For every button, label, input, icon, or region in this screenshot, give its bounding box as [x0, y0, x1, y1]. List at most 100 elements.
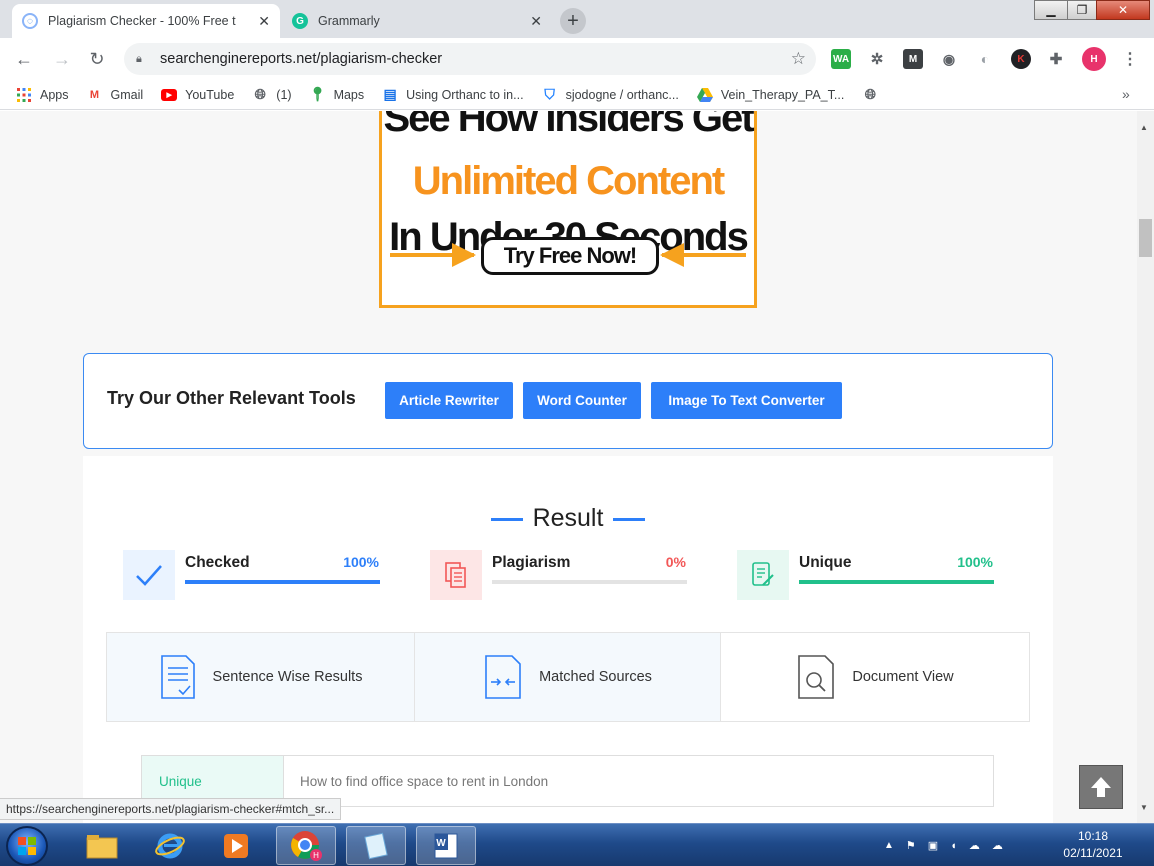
document-search-icon	[796, 654, 836, 700]
flag-icon[interactable]: ⚑	[906, 839, 916, 852]
tab-label: Sentence Wise Results	[212, 669, 363, 685]
tab-plagiarism-checker[interactable]: ◌ Plagiarism Checker - 100% Free t ✕	[12, 4, 280, 38]
scroll-to-top-button[interactable]	[1079, 765, 1123, 809]
chrome-icon: H	[291, 830, 322, 861]
bookmark-label: Maps	[333, 87, 365, 102]
clock-date: 02/11/2021	[1063, 846, 1123, 860]
scrollbar-thumb[interactable]	[1139, 219, 1152, 257]
tab-title: Grammarly	[318, 14, 380, 28]
bookmark-label: sjodogne / orthanc...	[565, 87, 679, 102]
stat-value: 0%	[665, 554, 686, 570]
profile-avatar[interactable]: H	[1082, 47, 1106, 71]
advertisement-banner[interactable]: See How Insiders Get Unlimited Content I…	[379, 111, 757, 308]
puzzle-extensions-icon[interactable]: ✚	[1046, 49, 1066, 69]
page-viewport: See How Insiders Get Unlimited Content I…	[0, 111, 1137, 823]
forward-arrow-icon[interactable]: →	[50, 47, 74, 71]
bookmark-page-icon: ▤	[383, 86, 397, 102]
taskbar-chrome[interactable]: H	[276, 826, 336, 865]
windows-logo-icon	[18, 837, 36, 855]
folder-icon	[86, 834, 118, 858]
bookmarks-more-icon[interactable]: »	[1122, 86, 1130, 102]
volume-icon[interactable]: ◖	[950, 840, 957, 852]
wa-extension-icon[interactable]: WA	[831, 49, 851, 69]
stat-label: Plagiarism	[492, 554, 571, 571]
bookmark-maps[interactable]: 📍︎ Maps	[308, 86, 365, 103]
tab-close-icon[interactable]: ✕	[258, 13, 270, 30]
scroll-up-arrow-icon[interactable]: ▲	[1140, 123, 1148, 132]
apps-grid-icon	[16, 87, 32, 103]
ad-headline-1: See How Insiders Get	[383, 111, 754, 140]
word-counter-button[interactable]: Word Counter	[523, 382, 641, 419]
so-extension-icon[interactable]: ✲	[867, 49, 887, 69]
ad-headline-2: Unlimited Content	[412, 159, 725, 203]
internet-explorer-icon	[155, 833, 185, 858]
globe-icon: 🌐︎	[254, 86, 266, 102]
taskbar-internet-explorer[interactable]	[140, 826, 200, 865]
taskbar-clock[interactable]: 10:18 02/11/2021	[1048, 828, 1138, 862]
tab-sentence-wise-results[interactable]: Sentence Wise Results	[107, 633, 415, 721]
other-tools-title: Try Our Other Relevant Tools	[107, 388, 356, 408]
show-hidden-icons-icon[interactable]: ▲	[884, 840, 894, 851]
article-rewriter-button[interactable]: Article Rewriter	[385, 382, 513, 419]
url-text: searchenginereports.net/plagiarism-check…	[160, 51, 443, 67]
bookmark-orthanc-guide[interactable]: ▤ Using Orthanc to in...	[382, 86, 524, 103]
reload-icon[interactable]: ↻	[85, 47, 109, 71]
menu-kebab-icon[interactable]: ⋮	[1120, 49, 1140, 69]
stat-checked: Checked 100%	[123, 548, 383, 604]
cloud-upload-icon[interactable]: ☁	[992, 839, 1003, 852]
stat-label: Unique	[799, 554, 852, 571]
back-arrow-icon[interactable]: ←	[12, 47, 36, 71]
clock-time: 10:18	[1077, 829, 1109, 843]
extension-circle-icon[interactable]: ◐	[975, 49, 995, 69]
bookmark-apps[interactable]: Apps	[16, 87, 69, 103]
new-tab-button[interactable]: +	[560, 8, 586, 34]
system-tray: ▲ ⚑ ▣ ◖ ☁ ☁	[884, 824, 1003, 866]
bookmark-gmail[interactable]: M Gmail	[87, 87, 143, 103]
bookmark-label: (1)	[276, 87, 292, 102]
page-scrollbar[interactable]: ▲ ▼	[1137, 111, 1154, 823]
tab-close-icon[interactable]: ✕	[530, 13, 542, 30]
stat-progress-bar	[492, 580, 687, 584]
start-button[interactable]	[6, 826, 48, 866]
result-title-text: Result	[532, 504, 604, 532]
bookmark-youtube[interactable]: ▶ YouTube	[161, 88, 234, 102]
matched-sources-icon	[483, 654, 523, 700]
browser-tab-strip: ◌ Plagiarism Checker - 100% Free t ✕ G G…	[0, 0, 1154, 38]
ad-arrowhead-left-icon	[452, 243, 476, 267]
address-bar[interactable]: 🔒︎ searchenginereports.net/plagiarism-ch…	[124, 43, 816, 75]
heading-dash	[490, 517, 523, 521]
k-extension-icon[interactable]: K	[1011, 49, 1031, 69]
result-view-tabs: Sentence Wise Results Matched Sources Do…	[106, 632, 1030, 722]
tab-label: Document View	[852, 669, 954, 685]
taskbar-media-player[interactable]	[206, 826, 266, 865]
taskbar-notepad[interactable]	[346, 826, 406, 865]
ad-cta-button[interactable]: Try Free Now!	[481, 237, 659, 275]
cloud-sync-icon[interactable]: ☁	[969, 839, 980, 852]
youtube-icon: ▶	[161, 88, 178, 101]
close-window-button[interactable]: ✕	[1096, 0, 1150, 20]
bookmark-orthanc-repo[interactable]: ⛉ sjodogne / orthanc...	[542, 86, 679, 103]
tab-matched-sources[interactable]: Matched Sources	[415, 633, 721, 721]
network-icon[interactable]: ▣	[928, 839, 938, 852]
tab-grammarly[interactable]: G Grammarly ✕	[282, 4, 552, 38]
bookmark-vein-therapy[interactable]: Vein_Therapy_PA_T...	[696, 87, 844, 103]
image-to-text-button[interactable]: Image To Text Converter	[651, 382, 842, 419]
m-extension-icon[interactable]: M	[903, 49, 923, 69]
restore-button[interactable]: ❐	[1067, 0, 1097, 20]
copy-documents-icon	[430, 550, 482, 600]
svg-text:W: W	[436, 838, 446, 849]
bookmark-globe-2[interactable]: 🌐︎	[862, 86, 886, 103]
bookmark-label: Apps	[40, 87, 69, 102]
scroll-down-arrow-icon[interactable]: ▼	[1140, 803, 1148, 812]
maps-pin-icon: 📍︎	[308, 86, 327, 102]
taskbar-word[interactable]: W	[416, 826, 476, 865]
bookmark-globe[interactable]: 🌐︎ (1)	[252, 86, 292, 103]
tab-document-view[interactable]: Document View	[721, 633, 1029, 721]
stat-progress-bar	[799, 580, 994, 584]
bookmark-star-icon[interactable]: ☆	[791, 49, 806, 69]
taskbar-file-explorer[interactable]	[72, 826, 132, 865]
bookmark-label: Using Orthanc to in...	[406, 87, 524, 102]
stat-progress-fill	[185, 580, 380, 584]
camera-icon[interactable]: ◉	[939, 49, 959, 69]
minimize-button[interactable]: ▁	[1034, 0, 1068, 20]
